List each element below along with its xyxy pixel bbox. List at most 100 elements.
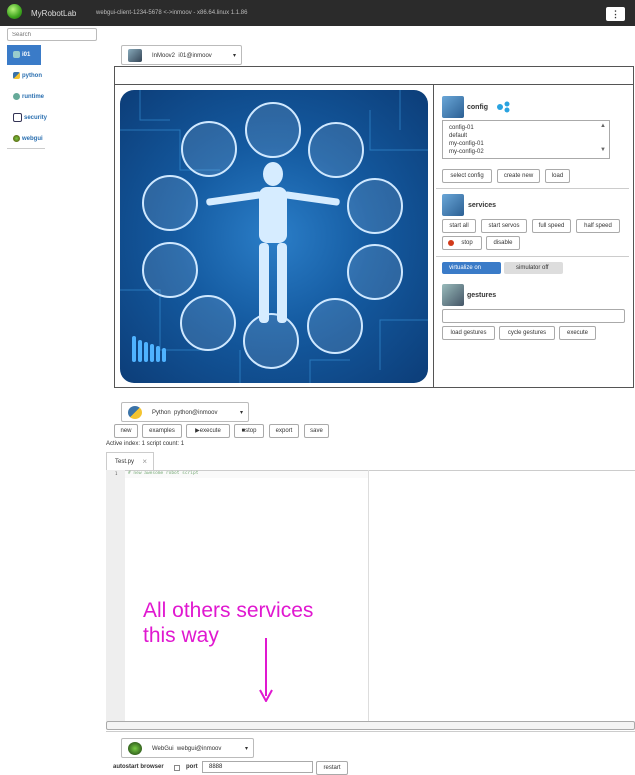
service-type-label: Python — [152, 410, 171, 416]
save-button[interactable]: save — [304, 424, 329, 438]
load-button[interactable]: load — [545, 169, 570, 183]
ultrasonic-icon — [180, 295, 236, 351]
scroll-up-icon[interactable]: ▲ — [600, 123, 606, 129]
new-script-button[interactable]: new — [114, 424, 138, 438]
stop-label: stop — [245, 428, 257, 434]
cycle-gestures-button[interactable]: cycle gestures — [499, 326, 555, 340]
sidebar-item-runtime[interactable]: runtime — [7, 87, 45, 107]
sidebar-item-webgui[interactable]: webgui — [7, 129, 43, 149]
config-list[interactable]: config-01 default my-config-01 my-config… — [442, 120, 610, 159]
simulator-label: simulator off — [516, 265, 549, 271]
execute-button[interactable]: ▶execute — [186, 424, 230, 438]
voice-icon — [308, 122, 364, 178]
load-gestures-button[interactable]: load gestures — [442, 326, 495, 340]
editor-gutter — [106, 470, 125, 721]
virtualize-on-toggle[interactable]: virtualize on — [442, 262, 501, 274]
config-title: config — [467, 104, 488, 111]
myrobotlab-logo-icon — [7, 4, 22, 19]
examples-button[interactable]: examples — [142, 424, 182, 438]
services-title: services — [468, 202, 497, 209]
brain-icon — [245, 102, 301, 158]
atom-icon — [307, 298, 363, 354]
stop-script-button[interactable]: ■stop — [234, 424, 264, 438]
legs-icon — [243, 313, 299, 369]
line-number: 1 — [115, 471, 118, 476]
sidebar-item-i01[interactable]: i01 — [7, 45, 41, 65]
sidebar-divider — [7, 148, 45, 149]
start-all-button[interactable]: start all — [442, 219, 476, 233]
section-divider — [436, 188, 629, 189]
stop-icon — [448, 240, 454, 246]
kebab-menu-icon[interactable]: ⋮ — [606, 7, 625, 21]
print-margin — [368, 470, 369, 721]
webgui-service-select[interactable]: WebGui webgui@inmoov ▾ — [121, 738, 254, 758]
sidebar-item-python[interactable]: python — [7, 66, 42, 86]
tab-label: Test.py — [115, 459, 135, 465]
list-item[interactable]: config-01 — [449, 125, 474, 131]
app-title[interactable]: MyRobotLab — [31, 9, 76, 18]
execute-label: execute — [199, 428, 221, 434]
disable-button[interactable]: disable — [486, 236, 520, 250]
services-icon — [442, 194, 464, 216]
inmoov-robot-image — [120, 90, 428, 383]
gestures-title: gestures — [467, 292, 497, 299]
create-new-button[interactable]: create new — [497, 169, 540, 183]
close-icon[interactable]: × — [142, 453, 147, 471]
restart-button[interactable]: restart — [316, 761, 348, 775]
half-speed-button[interactable]: half speed — [576, 219, 620, 233]
full-speed-button[interactable]: full speed — [532, 219, 571, 233]
client-id-text: webgui-client-1234-5678 <->inmoov - x86.… — [96, 10, 248, 16]
gestures-icon — [442, 284, 464, 306]
list-item[interactable]: my-config-01 — [449, 141, 484, 147]
sidebar-item-label: webgui — [22, 136, 43, 142]
tab-test-py[interactable]: Test.py × — [106, 452, 154, 470]
export-button[interactable]: export — [269, 424, 299, 438]
inmoov-icon — [128, 49, 142, 62]
webgui-icon — [13, 134, 20, 142]
simulator-off-toggle[interactable]: simulator off — [504, 262, 563, 274]
virtualize-label: virtualize on — [449, 265, 482, 271]
code-comment[interactable]: # new awesome robot script — [128, 471, 198, 476]
sidebar-item-label: security — [24, 115, 48, 121]
chevron-down-icon: ▾ — [232, 53, 236, 59]
service-type-label: InMoov2 — [152, 53, 176, 59]
runtime-icon — [13, 92, 20, 100]
python-icon — [128, 406, 142, 419]
scroll-down-icon[interactable]: ▼ — [600, 147, 606, 153]
execute-gesture-button[interactable]: execute — [559, 326, 596, 340]
list-item[interactable]: my-config-02 — [449, 149, 484, 155]
autostart-label: autostart browser — [113, 764, 164, 770]
port-input[interactable]: 8888 — [202, 761, 313, 773]
autostart-checkbox[interactable] — [174, 765, 180, 771]
stop-button[interactable]: stop — [442, 236, 482, 250]
sidebar-item-label: i01 — [22, 52, 31, 58]
service-name-label: webgui@inmoov — [176, 746, 222, 752]
head-icon — [347, 178, 403, 234]
inmoov-panel-header — [115, 67, 633, 85]
port-label: port — [186, 764, 198, 770]
python-service-select[interactable]: Python python@inmoov ▾ — [121, 402, 249, 422]
gesture-input[interactable] — [442, 309, 625, 323]
arm-icon — [142, 242, 198, 298]
inmoov-service-select[interactable]: InMoov2 i01@inmoov ▾ — [121, 45, 242, 65]
list-item[interactable]: default — [449, 133, 467, 139]
config-icon — [442, 96, 464, 118]
sidebar-item-label: runtime — [22, 94, 45, 100]
chevron-down-icon: ▾ — [239, 410, 243, 416]
security-icon — [13, 112, 22, 122]
annotation-text: All others services this way — [143, 598, 313, 648]
annotation-line-2: this way — [143, 624, 219, 647]
service-type-label: WebGui — [152, 746, 174, 752]
select-config-button[interactable]: select config — [442, 169, 492, 183]
start-servos-button[interactable]: start servos — [481, 219, 527, 233]
webgui-icon — [128, 742, 142, 755]
face-icon — [347, 244, 403, 300]
sidebar-item-security[interactable]: security — [7, 108, 47, 128]
horizontal-scrollbar[interactable] — [106, 721, 635, 730]
script-status: Active index: 1 script count: 1 — [106, 441, 185, 447]
service-name-label: i01@inmoov — [178, 53, 212, 59]
search-input[interactable] — [7, 28, 97, 41]
service-name-label: python@inmoov — [174, 410, 218, 416]
hand-icon — [142, 175, 198, 231]
share-icon[interactable] — [496, 101, 510, 113]
